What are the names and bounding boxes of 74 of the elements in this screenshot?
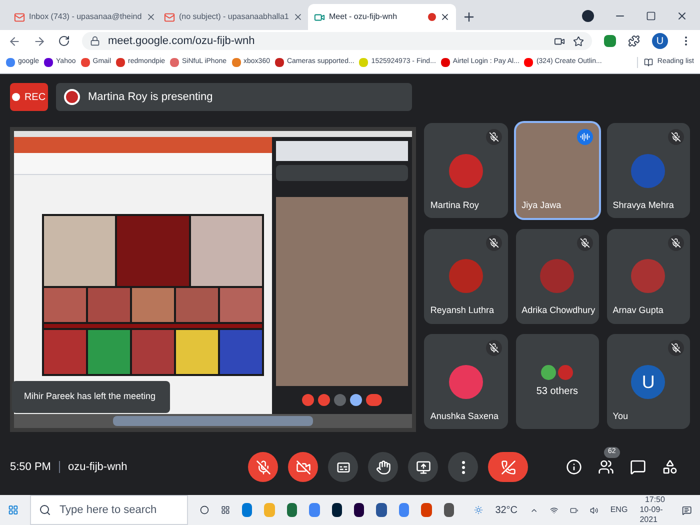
presenting-banner: Martina Roy is presenting (56, 83, 412, 111)
app-icon[interactable] (332, 503, 342, 517)
muted-microphone-icon (256, 460, 270, 474)
volume-icon[interactable] (590, 504, 598, 516)
cortana-icon[interactable] (200, 504, 209, 516)
camera-off-icon (296, 460, 310, 474)
bookmark-star-icon[interactable] (573, 36, 584, 46)
reading-list-icon[interactable] (644, 58, 654, 67)
back-icon[interactable] (8, 34, 21, 48)
more-button[interactable] (448, 452, 478, 482)
start-icon[interactable] (8, 503, 18, 517)
weather-temperature: 32°C (495, 504, 518, 518)
new-tab-icon[interactable] (462, 10, 476, 24)
participant-name: Adrika Chowdhury (522, 304, 596, 318)
restore-icon[interactable] (646, 11, 656, 21)
search-placeholder: Type here to search (59, 502, 157, 518)
mic-button[interactable] (248, 452, 278, 482)
participant-name: Arnav Gupta (612, 304, 664, 318)
media-control-icon[interactable] (582, 10, 594, 22)
captions-icon (336, 460, 350, 474)
weather-icon (474, 504, 484, 516)
tab-title: Inbox (743) - upasanaa@theind (29, 11, 142, 23)
app-icon[interactable] (376, 503, 387, 517)
notifications-icon[interactable] (682, 504, 692, 516)
taskbar-clock[interactable]: 17:50 10-09-2021 (640, 495, 670, 525)
search-icon (39, 504, 52, 516)
tab-title: Meet - ozu-fijb-wnh (329, 11, 398, 23)
meeting-code: ozu-fijb-wnh (68, 460, 128, 475)
video-camera-icon (314, 12, 325, 22)
captions-button[interactable] (328, 452, 358, 482)
participant-name: Jiya Jawa (522, 198, 562, 212)
tab-title: (no subject) - upasanaabhalla1 (179, 11, 289, 23)
app-icon[interactable] (354, 503, 364, 517)
lock-icon (90, 36, 100, 46)
url-text: meet.google.com/ozu-fijb-wnh (108, 34, 255, 49)
camera-button[interactable] (288, 452, 318, 482)
speaking-indicator-icon (576, 129, 593, 145)
recording-badge: REC (10, 83, 48, 111)
extensions-icon[interactable] (628, 35, 640, 47)
participant-name: Anushka Saxena (430, 410, 498, 423)
chat-icon[interactable] (630, 459, 646, 475)
reload-icon[interactable] (58, 35, 70, 47)
end-button[interactable] (488, 452, 528, 482)
hand-button[interactable] (368, 452, 398, 482)
browser-tab[interactable]: Meet - ozu-fijb-wnh (308, 4, 456, 30)
camera-icon[interactable] (554, 36, 565, 46)
info-icon[interactable] (566, 459, 582, 475)
end-call-icon (500, 460, 516, 474)
participant-name: Martina Roy (430, 198, 479, 212)
address-bar[interactable]: meet.google.com/ozu-fijb-wnh (82, 32, 592, 50)
notification-toast: Mihir Pareek has left the meeting (12, 381, 170, 413)
more-options-icon (462, 460, 464, 474)
close-icon[interactable] (676, 10, 688, 22)
forward-icon[interactable] (33, 34, 46, 48)
participant-name: Reyansh Luthra (430, 304, 494, 318)
taskbar-search-field[interactable]: Type here to search (30, 495, 188, 525)
meeting-time: 5:50 PM (10, 460, 51, 475)
mail-icon (164, 12, 175, 22)
activities-icon[interactable] (662, 459, 678, 475)
close-icon[interactable] (440, 12, 450, 22)
extension-icon[interactable] (604, 35, 616, 47)
app-icon[interactable] (444, 503, 454, 517)
participant-name: You (612, 410, 628, 423)
profile-avatar[interactable]: U (652, 33, 668, 49)
people-icon[interactable] (598, 459, 614, 475)
hand-icon (376, 460, 390, 474)
task-view-icon[interactable] (220, 504, 230, 516)
mail-icon (14, 12, 25, 22)
participant-name: Shravya Mehra (612, 198, 674, 212)
present-button[interactable] (408, 452, 438, 482)
avatar-letter: U (631, 364, 666, 399)
language-indicator[interactable]: ENG (610, 504, 628, 516)
present-screen-icon (416, 460, 430, 474)
participant-count: 53 others (536, 384, 578, 399)
